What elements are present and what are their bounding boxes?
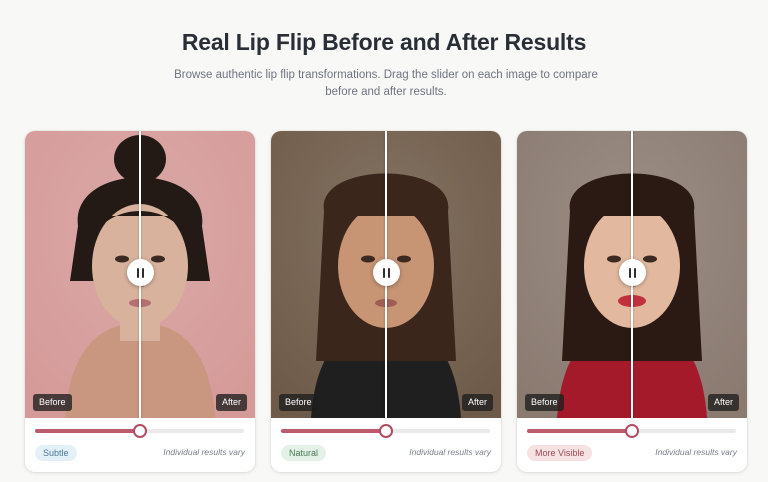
- drag-handle-icon[interactable]: [372, 259, 400, 286]
- page-subtitle: Browse authentic lip flip transformation…: [174, 69, 598, 98]
- comparison-slider[interactable]: [35, 424, 244, 438]
- result-card: Before After Subtle Individual results vary: [25, 131, 255, 472]
- after-label: After: [215, 394, 247, 411]
- result-card: Before After Natural Individual results var…: [271, 131, 501, 472]
- disclaimer-note: Individual results vary: [409, 447, 491, 457]
- after-label: After: [461, 394, 493, 411]
- result-card: Before After More Visible Individual result…: [517, 131, 747, 472]
- intensity-badge: More Visible: [527, 445, 593, 461]
- before-label: Before: [279, 394, 318, 411]
- slider-thumb[interactable]: [132, 424, 147, 438]
- slider-fill: [281, 429, 386, 433]
- slider-thumb[interactable]: [624, 424, 639, 438]
- comparison-slider[interactable]: [527, 424, 736, 438]
- comparison-slider[interactable]: [281, 424, 490, 438]
- disclaimer-note: Individual results vary: [163, 447, 245, 457]
- after-label: After: [707, 394, 739, 411]
- before-after-photo[interactable]: Before After: [25, 131, 255, 418]
- before-label: Before: [525, 394, 564, 411]
- before-after-photo[interactable]: Before After: [271, 131, 501, 418]
- drag-handle-icon[interactable]: [618, 259, 646, 286]
- slider-fill: [527, 429, 632, 433]
- slider-fill: [35, 429, 140, 433]
- disclaimer-note: Individual results vary: [655, 447, 737, 457]
- before-after-photo[interactable]: Before After: [517, 131, 747, 418]
- before-label: Before: [33, 394, 72, 411]
- intensity-badge: Natural: [281, 445, 327, 461]
- page-title: Real Lip Flip Before and After Results: [181, 29, 587, 55]
- drag-handle-icon[interactable]: [126, 259, 154, 286]
- slider-thumb[interactable]: [378, 424, 393, 438]
- intensity-badge: Subtle: [35, 445, 77, 461]
